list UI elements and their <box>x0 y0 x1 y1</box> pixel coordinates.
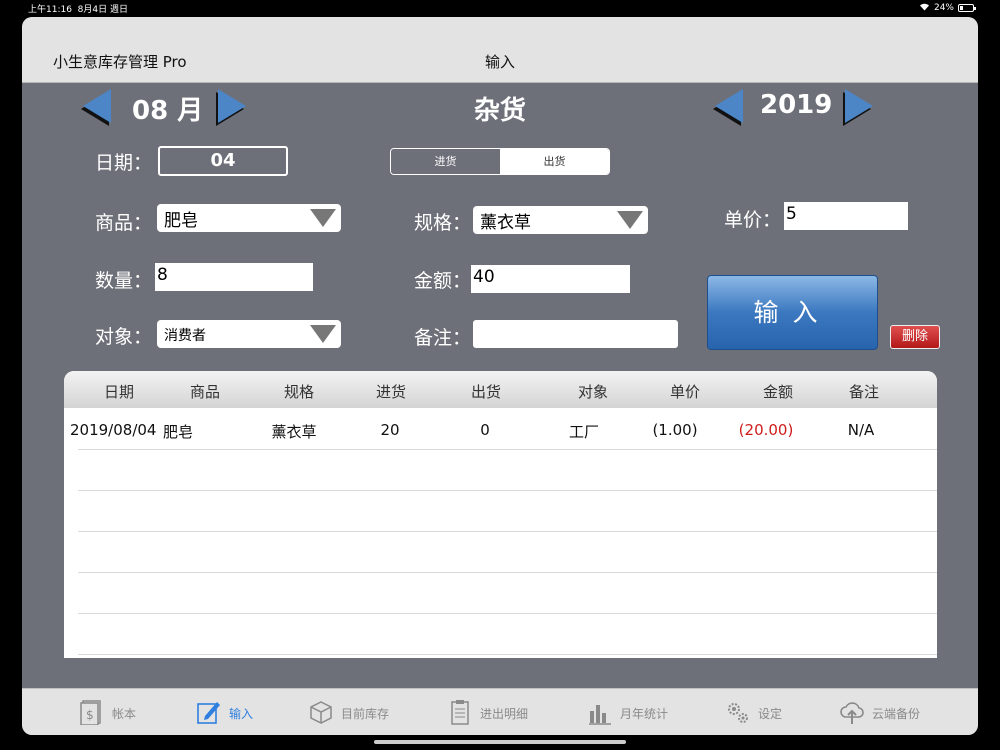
spec-dropdown[interactable]: 薰衣草 <box>473 206 648 234</box>
table-header: 日期 商品 规格 进货 出货 对象 单价 金额 备注 <box>64 371 937 408</box>
page-title: 输入 <box>484 53 515 71</box>
quantity-label: 数量： <box>95 270 153 292</box>
tab-label: 云端备份 <box>872 707 921 721</box>
row-divider <box>78 654 937 655</box>
header-target: 对象 <box>577 383 608 401</box>
chevron-down-icon <box>617 211 643 229</box>
in-out-segment: 进货 出货 <box>390 148 610 175</box>
row-divider <box>78 531 937 532</box>
date-field[interactable]: 04 <box>158 146 288 176</box>
note-input[interactable] <box>473 320 678 348</box>
wifi-icon <box>919 2 930 14</box>
note-label: 备注： <box>414 327 472 349</box>
cell-note: N/A <box>847 421 875 439</box>
row-divider <box>78 449 937 450</box>
tab-details[interactable]: 进出明细 <box>448 699 528 728</box>
tab-ledger[interactable]: $ 帐本 <box>80 699 136 728</box>
prev-year-icon[interactable] <box>715 89 743 123</box>
cell-spec: 薰衣草 <box>271 423 317 441</box>
clipboard-icon <box>448 699 472 728</box>
cell-date: 2019/08/04 <box>70 421 157 439</box>
spec-label: 规格： <box>414 212 472 234</box>
app-window: 小生意库存管理 Pro 输入 08 月 杂货 2019 日期： 04 进货 出货… <box>22 17 978 735</box>
cell-in: 20 <box>380 421 400 439</box>
edit-icon <box>197 699 221 728</box>
tab-statistics[interactable]: 月年统计 <box>588 699 668 728</box>
segment-stock-in[interactable]: 进货 <box>391 149 500 174</box>
next-year-icon[interactable] <box>845 89 873 123</box>
top-bar: 小生意库存管理 Pro 输入 <box>22 17 978 83</box>
tab-cloud-backup[interactable]: 云端备份 <box>840 699 920 728</box>
header-product: 商品 <box>189 383 220 401</box>
price-label: 单价： <box>724 209 782 231</box>
gears-icon <box>726 699 750 728</box>
cell-amount: (20.00) <box>738 421 794 439</box>
tab-settings[interactable]: 设定 <box>726 699 782 728</box>
header-spec: 规格 <box>283 383 314 401</box>
header-date: 日期 <box>103 383 134 401</box>
target-dropdown[interactable]: 消费者 <box>157 320 341 348</box>
year-label: 2019 <box>760 90 833 120</box>
amount-label: 金额： <box>414 270 472 292</box>
tab-bar: $ 帐本 输入 目前库存 进出明细 月年统计 设定 云端备份 <box>22 688 978 735</box>
box-icon <box>309 699 333 728</box>
tab-label: 月年统计 <box>620 707 669 721</box>
delete-button[interactable]: 删除 <box>890 325 940 349</box>
ledger-icon: $ <box>80 699 104 728</box>
header-note: 备注 <box>848 383 879 401</box>
quantity-input[interactable]: 8 <box>155 263 313 291</box>
tab-label: 帐本 <box>112 707 137 721</box>
cell-price: (1.00) <box>652 421 698 439</box>
status-time: 上午11:16 8月4日 週日 <box>28 5 128 15</box>
cloud-upload-icon <box>840 699 864 728</box>
tab-label: 输入 <box>229 707 254 721</box>
chevron-down-icon <box>310 209 336 227</box>
target-value: 消费者 <box>164 328 206 344</box>
status-bar: 上午11:16 8月4日 週日 24% <box>0 0 1000 16</box>
bar-chart-icon <box>588 699 612 728</box>
row-divider <box>78 613 937 614</box>
product-value: 肥皂 <box>164 211 198 231</box>
battery-percent: 24% <box>933 3 954 13</box>
tab-input[interactable]: 输入 <box>197 699 253 728</box>
battery-icon <box>958 4 976 12</box>
cell-target: 工厂 <box>568 423 599 441</box>
spec-value: 薰衣草 <box>480 213 531 233</box>
chevron-down-icon <box>310 325 336 343</box>
tab-label: 进出明细 <box>480 707 529 721</box>
cell-product: 肥皂 <box>163 423 194 441</box>
row-divider <box>78 490 937 491</box>
product-dropdown[interactable]: 肥皂 <box>157 204 341 232</box>
target-label: 对象： <box>95 326 153 348</box>
amount-input[interactable]: 40 <box>471 265 630 293</box>
segment-stock-out[interactable]: 出货 <box>500 149 609 174</box>
home-indicator[interactable] <box>374 740 626 744</box>
header-price: 单价 <box>669 383 700 401</box>
category-title[interactable]: 杂货 <box>22 90 978 127</box>
cell-out: 0 <box>480 421 490 439</box>
product-label: 商品： <box>95 212 153 234</box>
enter-button[interactable]: 输入 <box>707 275 878 350</box>
records-table: 日期 商品 规格 进货 出货 对象 单价 金额 备注 2019/08/04 肥皂… <box>64 371 937 658</box>
status-right: 24% <box>919 2 976 14</box>
tab-label: 设定 <box>758 707 783 721</box>
header-amount: 金额 <box>762 383 793 401</box>
header-in: 进货 <box>375 383 406 401</box>
price-input[interactable]: 5 <box>784 202 908 230</box>
header-out: 出货 <box>470 383 501 401</box>
date-label: 日期： <box>95 152 153 174</box>
row-divider <box>78 572 937 573</box>
tab-inventory[interactable]: 目前库存 <box>309 699 389 728</box>
tab-label: 目前库存 <box>341 707 390 721</box>
svg-text:$: $ <box>86 708 94 722</box>
